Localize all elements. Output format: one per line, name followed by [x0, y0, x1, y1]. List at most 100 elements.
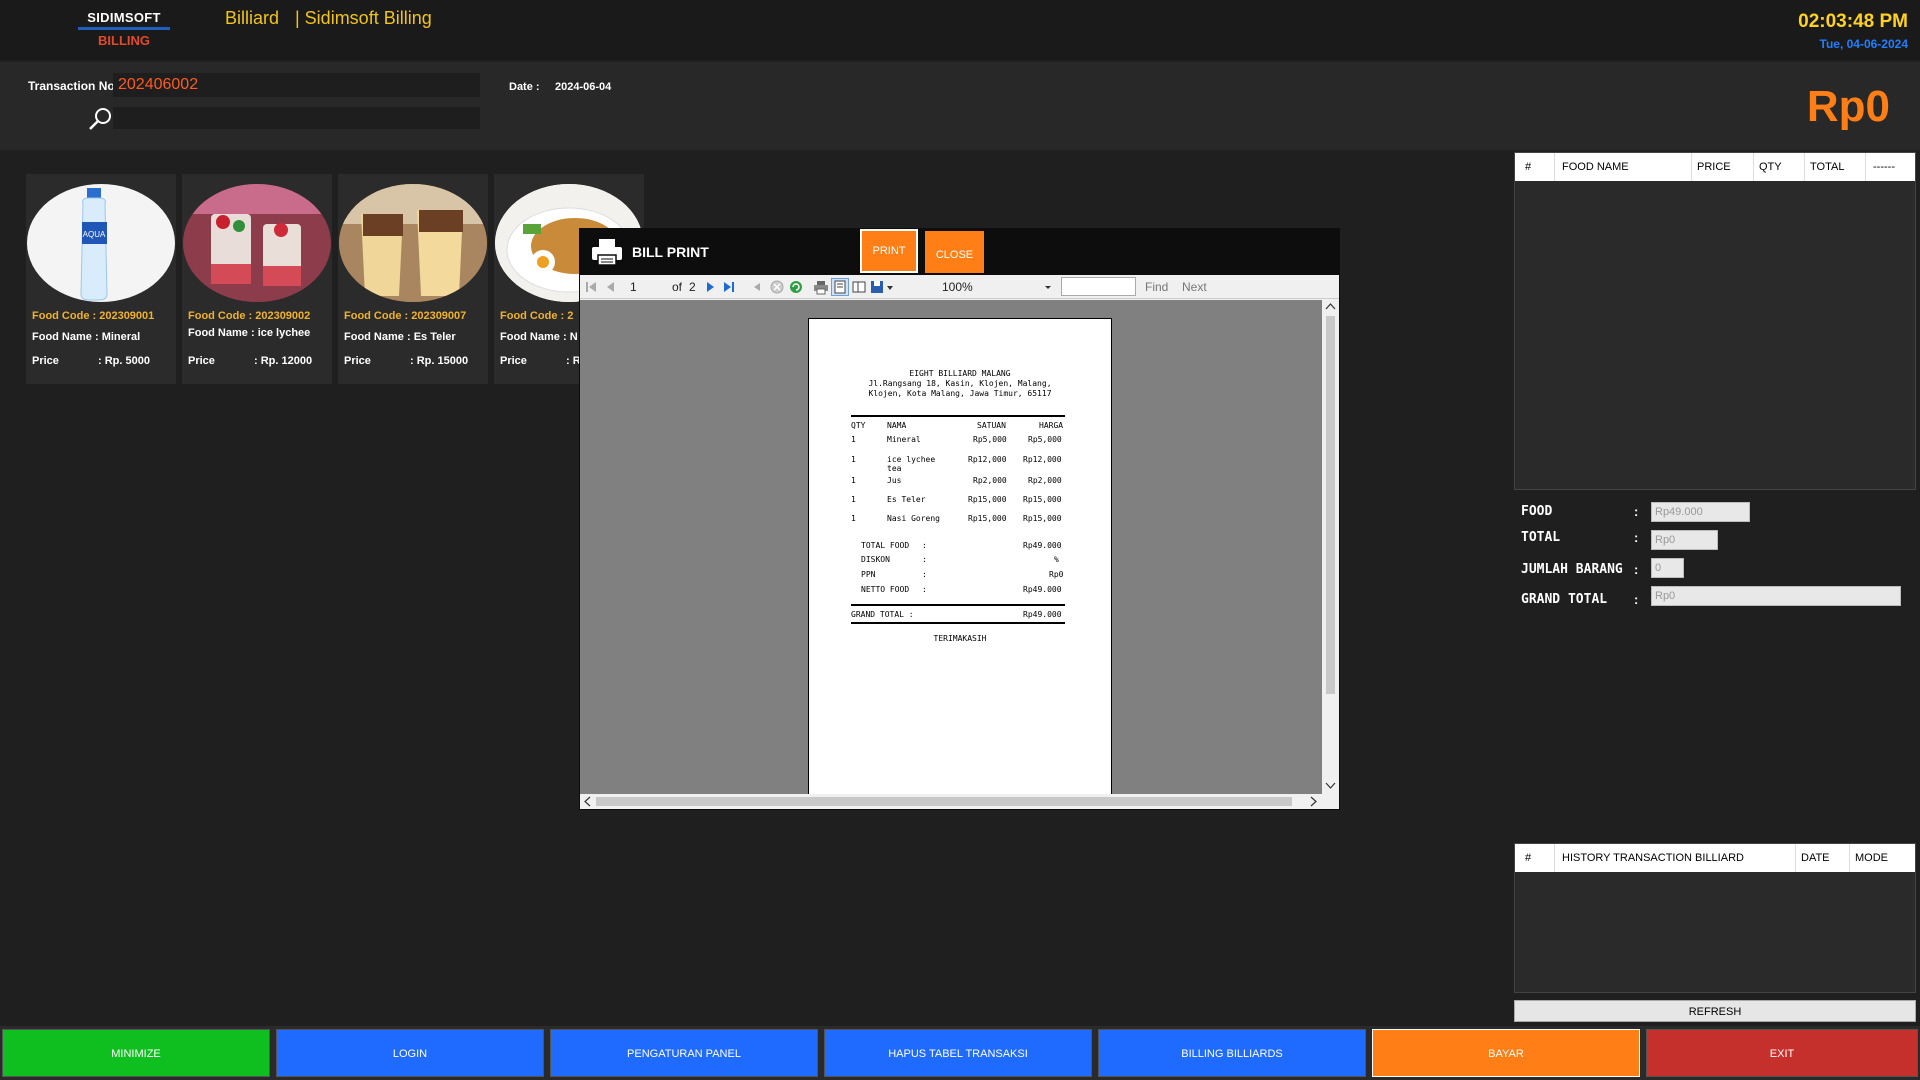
food-code-label: Food Code	[32, 310, 90, 322]
total-display: Rp0	[1806, 82, 1890, 131]
scroll-right-icon[interactable]	[1308, 796, 1318, 807]
col-date: DATE	[1801, 852, 1830, 864]
exit-button[interactable]: EXIT	[1646, 1029, 1918, 1077]
horizontal-scrollbar[interactable]	[580, 794, 1339, 809]
receipt-colon: :	[922, 585, 927, 594]
receipt-item-amount: Rp15,000	[1023, 495, 1062, 504]
vertical-scrollbar[interactable]	[1322, 300, 1339, 794]
page-setup-icon[interactable]	[851, 279, 867, 295]
horizontal-scroll-thumb[interactable]	[596, 797, 1292, 806]
receipt-netto: Rp49.000	[1023, 585, 1062, 594]
receipt-address-line2: Klojen, Kota Malang, Jawa Timur, 65117	[868, 389, 1052, 398]
find-button[interactable]: Find	[1145, 280, 1168, 294]
food-summary-colon: :	[1634, 504, 1639, 519]
printer-icon	[592, 239, 622, 266]
print-icon[interactable]	[813, 279, 829, 295]
col-price: PRICE	[1697, 161, 1731, 173]
last-page-icon[interactable]	[721, 279, 737, 295]
receipt-col-unit: SATUAN	[977, 421, 1006, 430]
clock-time: 02:03:48 PM	[1798, 11, 1908, 32]
food-summary-field[interactable]: Rp49.000	[1651, 502, 1750, 522]
refresh-button[interactable]: REFRESH	[1514, 1000, 1916, 1022]
panel-settings-button[interactable]: PENGATURAN PANEL	[550, 1029, 818, 1077]
food-card[interactable]: Food Code : 202309002 Food Name : ice ly…	[182, 174, 332, 384]
grand-total-field[interactable]: Rp0	[1651, 586, 1901, 606]
receipt-discount-label: DISKON	[861, 555, 890, 564]
food-photo-mineral: AQUA	[27, 184, 175, 302]
login-button[interactable]: LOGIN	[276, 1029, 544, 1077]
food-price: : Rp. 5000	[98, 355, 150, 367]
food-price-label: Price	[344, 355, 371, 367]
receipt-item-qty: 1	[851, 476, 856, 485]
history-grid[interactable]: # HISTORY TRANSACTION BILLIARD DATE MODE	[1514, 843, 1916, 993]
current-page-field[interactable]: 1	[630, 280, 637, 294]
receipt-item-qty: 1	[851, 455, 856, 464]
items-count-colon: :	[1634, 562, 1639, 577]
minimize-button[interactable]: MINIMIZE	[2, 1029, 270, 1077]
receipt-colon: :	[922, 555, 927, 564]
close-button[interactable]: CLOSE	[925, 231, 984, 273]
receipt-thanks: TERIMAKASIH	[933, 634, 987, 643]
food-code: : 202309002	[248, 310, 311, 322]
transaction-no-label: Transaction No	[28, 79, 115, 93]
stop-icon[interactable]	[769, 279, 785, 295]
scroll-down-icon[interactable]	[1325, 780, 1336, 790]
total-pages-label: 2	[689, 280, 696, 294]
app-name: Billiard	[225, 8, 280, 28]
receipt-item-unit: Rp5,000	[973, 435, 1007, 444]
receipt-grand: Rp49.000	[1023, 610, 1062, 619]
food-code-label: Food Code	[500, 310, 558, 322]
food-order-grid[interactable]: # FOOD NAME PRICE QTY TOTAL ------	[1514, 152, 1916, 490]
receipt-col-name: NAMA	[887, 421, 907, 430]
food-card[interactable]: Food Code : 202309007 Food Name : Es Tel…	[338, 174, 488, 384]
billing-billiards-button[interactable]: BILLING BILLIARDS	[1098, 1029, 1366, 1077]
find-next-button[interactable]: Next	[1182, 280, 1207, 294]
delete-transactions-button[interactable]: HAPUS TABEL TRANSAKSI	[824, 1029, 1092, 1077]
svg-text:AQUA: AQUA	[83, 230, 106, 239]
scroll-left-icon[interactable]	[583, 796, 593, 807]
app-subtitle: | Sidimsoft Billing	[295, 8, 432, 28]
find-input[interactable]	[1061, 277, 1136, 296]
dialog-title: BILL PRINT	[632, 244, 709, 260]
food-code: : 202309001	[92, 310, 155, 322]
print-button[interactable]: PRINT	[860, 229, 918, 273]
receipt-item-unit: Rp2,000	[973, 476, 1007, 485]
chevron-down-icon[interactable]	[1040, 279, 1056, 295]
date-value: 2024-06-04	[555, 81, 612, 93]
zoom-select[interactable]: 100%	[942, 280, 973, 294]
items-count-field[interactable]: 0	[1651, 558, 1684, 578]
total-summary-field[interactable]: Rp0	[1651, 530, 1718, 550]
receipt-page: EIGHT BILLIARD MALANG Jl.Rangsang 18, Ka…	[808, 318, 1112, 794]
report-page-area[interactable]: EIGHT BILLIARD MALANG Jl.Rangsang 18, Ka…	[580, 300, 1322, 794]
receipt-rule	[851, 604, 1065, 606]
vertical-scroll-thumb[interactable]	[1326, 316, 1335, 694]
col-total: TOTAL	[1810, 161, 1845, 173]
food-code: : 2	[560, 310, 574, 322]
receipt-ppn-label: PPN	[861, 570, 876, 579]
transaction-bar: Transaction No Date : 2024-06-04 Rp0	[0, 62, 1920, 150]
export-icon[interactable]	[870, 279, 894, 295]
pay-button[interactable]: BAYAR	[1372, 1029, 1640, 1077]
receipt-address-line1: Jl.Rangsang 18, Kasin, Klojen, Malang,	[868, 379, 1052, 388]
col-number: #	[1525, 161, 1532, 173]
col-food-name: FOOD NAME	[1562, 161, 1629, 173]
food-cards: AQUA Food Code : 202309001 Food Name : M…	[26, 174, 646, 384]
next-page-icon[interactable]	[702, 279, 718, 295]
refresh-icon[interactable]	[788, 279, 804, 295]
items-count-label: JUMLAH BARANG	[1521, 562, 1623, 577]
search-icon[interactable]	[86, 106, 114, 134]
food-name: : N	[562, 331, 578, 343]
search-input[interactable]	[113, 107, 480, 129]
first-page-icon[interactable]	[583, 279, 599, 295]
print-layout-icon[interactable]	[831, 278, 849, 296]
previous-page-icon[interactable]	[603, 279, 619, 295]
food-card[interactable]: AQUA Food Code : 202309001 Food Name : M…	[26, 174, 176, 384]
transaction-no-field[interactable]	[113, 73, 480, 97]
scroll-up-icon[interactable]	[1325, 302, 1336, 312]
report-viewer: 1 of 2 100% Find Next EIGHT BILLIARD MAL…	[580, 275, 1339, 809]
food-price-label: Price	[188, 355, 215, 367]
receipt-store-name: EIGHT BILLIARD MALANG	[909, 369, 1011, 378]
receipt-item-unit: Rp12,000	[968, 455, 1007, 464]
back-icon[interactable]	[750, 279, 766, 295]
action-bar: MINIMIZE LOGIN PENGATURAN PANEL HAPUS TA…	[0, 1026, 1920, 1080]
